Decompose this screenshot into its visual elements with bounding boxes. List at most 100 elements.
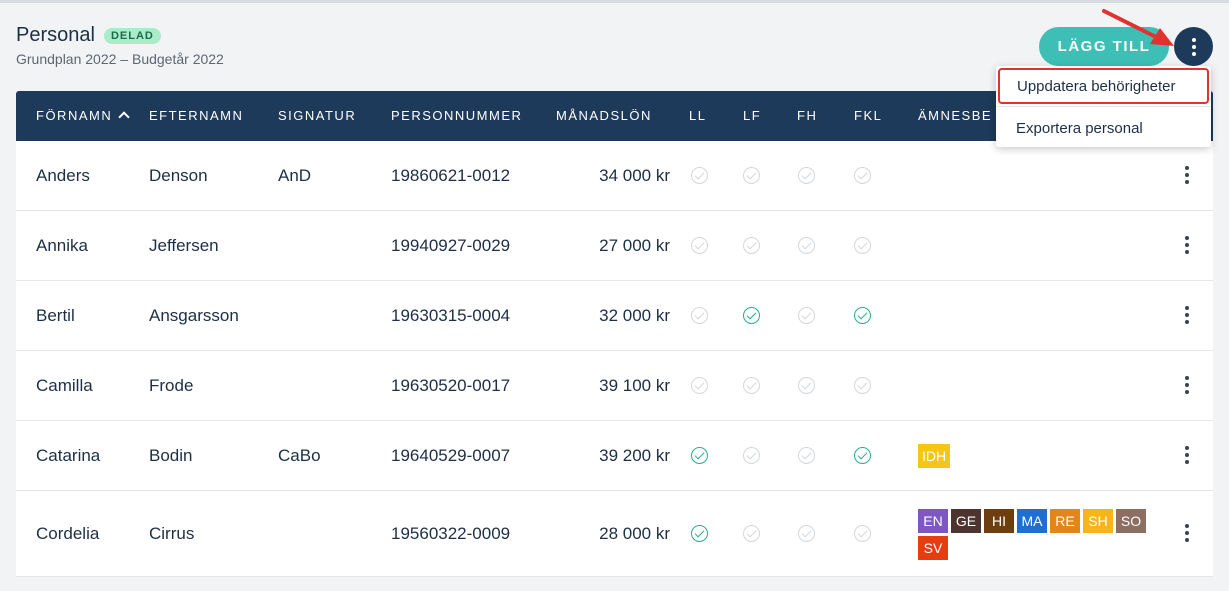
first-name-cell: Camilla <box>36 376 93 395</box>
table-row[interactable]: Cordelia Cirrus 19560322-0009 28 000 kr EN GE… <box>16 491 1213 577</box>
row-more-options-icon[interactable] <box>1185 166 1189 187</box>
col-signature-header[interactable]: SIGNATUR <box>278 108 356 123</box>
page-header: Personal DELAD Grundplan 2022 – Budgetår… <box>16 24 224 67</box>
menu-divider <box>996 106 1211 107</box>
last-name-cell: Denson <box>149 166 208 185</box>
col-last-name-header[interactable]: EFTERNAMN <box>149 108 243 123</box>
fkl-check-icon <box>854 525 871 542</box>
first-name-cell: Catarina <box>36 446 101 465</box>
salary-cell: 39 200 kr <box>599 446 670 465</box>
ll-check-icon <box>691 307 708 324</box>
salary-cell: 32 000 kr <box>599 306 670 325</box>
fh-check-icon <box>798 525 815 542</box>
column-label: PERSONNUMMER <box>391 108 523 123</box>
last-name-cell: Bodin <box>149 446 193 465</box>
column-label: FH <box>797 108 818 123</box>
ll-check-icon <box>691 447 708 464</box>
first-name-cell: Bertil <box>36 306 75 325</box>
fh-check-icon <box>798 447 815 464</box>
first-name-cell: Cordelia <box>36 524 100 543</box>
fkl-check-icon <box>854 167 871 184</box>
col-fkl-header[interactable]: FKL <box>854 108 882 123</box>
ll-check-icon <box>691 237 708 254</box>
subject-tag: EN <box>918 508 948 533</box>
first-name-cell: Annika <box>36 236 88 255</box>
col-lf-header[interactable]: LF <box>743 108 761 123</box>
column-label: LF <box>743 108 762 123</box>
col-subjects-header[interactable]: ÄMNESBE <box>918 108 992 123</box>
row-more-options-icon[interactable] <box>1185 524 1189 545</box>
table-body: Anders Denson AnD 19860621-0012 34 000 kr Ann… <box>16 141 1213 577</box>
more-options-button[interactable] <box>1174 27 1213 66</box>
lf-check-icon <box>743 167 760 184</box>
subject-tag: IDH <box>918 444 951 468</box>
row-more-options-icon[interactable] <box>1185 306 1189 327</box>
table-row[interactable]: Annika Jeffersen 19940927-0029 27 000 kr <box>16 211 1213 281</box>
last-name-cell: Ansgarsson <box>149 306 239 325</box>
col-ll-header[interactable]: LL <box>689 108 706 123</box>
personal-number-cell: 19630520-0017 <box>391 376 511 395</box>
table-row[interactable]: Bertil Ansgarsson 19630315-0004 32 000 kr <box>16 281 1213 351</box>
column-label: EFTERNAMN <box>149 108 244 123</box>
column-label: LL <box>689 108 707 123</box>
top-divider <box>0 0 1229 3</box>
fkl-check-icon <box>854 447 871 464</box>
last-name-cell: Jeffersen <box>149 236 219 255</box>
subject-tags: EN GE HI MA RE SH SO SV <box>918 508 1148 560</box>
fkl-check-icon <box>854 237 871 254</box>
menu-item-export-staff[interactable]: Exportera personal <box>996 110 1211 146</box>
column-label: MÅNADSLÖN <box>556 108 652 123</box>
col-fh-header[interactable]: FH <box>797 108 817 123</box>
salary-cell: 39 100 kr <box>599 376 670 395</box>
staff-table: FÖRNAMN EFTERNAMN SIGNATUR PERSONNUMMER MÅNA… <box>16 91 1213 577</box>
subject-tag: RE <box>1050 508 1080 533</box>
subject-tags: IDH <box>918 444 1148 468</box>
status-badge: DELAD <box>103 27 161 44</box>
fkl-check-icon <box>854 377 871 394</box>
more-vertical-icon <box>1191 37 1196 56</box>
col-personal-number-header[interactable]: PERSONNUMMER <box>391 108 522 123</box>
ll-check-icon <box>691 377 708 394</box>
lf-check-icon <box>743 447 760 464</box>
subject-tag: MA <box>1017 508 1047 533</box>
table-row[interactable]: Camilla Frode 19630520-0017 39 100 kr <box>16 351 1213 421</box>
personal-number-cell: 19560322-0009 <box>391 524 511 543</box>
salary-cell: 34 000 kr <box>599 166 670 185</box>
table-row[interactable]: Anders Denson AnD 19860621-0012 34 000 kr <box>16 141 1213 211</box>
row-more-options-icon[interactable] <box>1185 376 1189 397</box>
last-name-cell: Frode <box>149 376 194 395</box>
personal-number-cell: 19940927-0029 <box>391 236 511 255</box>
menu-item-update-permissions[interactable]: Uppdatera behörigheter <box>998 68 1209 104</box>
lf-check-icon <box>743 525 760 542</box>
last-name-cell: Cirrus <box>149 524 195 543</box>
subject-tag: GE <box>951 508 981 533</box>
column-label: FKL <box>854 108 883 123</box>
lf-check-icon <box>743 237 760 254</box>
salary-cell: 27 000 kr <box>599 236 670 255</box>
first-name-cell: Anders <box>36 166 90 185</box>
fh-check-icon <box>798 377 815 394</box>
col-monthly-salary-header[interactable]: MÅNADSLÖN <box>556 108 652 123</box>
options-dropdown-menu: Uppdatera behörigheter Exportera persona… <box>996 66 1211 147</box>
signature-cell: CaBo <box>278 446 321 465</box>
salary-cell: 28 000 kr <box>599 524 670 543</box>
column-label: ÄMNESBE <box>918 108 993 123</box>
subject-tag: SV <box>918 535 948 560</box>
personal-number-cell: 19640529-0007 <box>391 446 511 465</box>
signature-cell: AnD <box>278 166 312 185</box>
sort-ascending-icon <box>118 111 130 123</box>
table-row[interactable]: Catarina Bodin CaBo 19640529-0007 39 200 kr I… <box>16 421 1213 491</box>
ll-check-icon <box>691 525 708 542</box>
col-first-name-header[interactable]: FÖRNAMN <box>36 108 130 123</box>
lf-check-icon <box>743 307 760 324</box>
ll-check-icon <box>691 167 708 184</box>
subject-tag: SO <box>1116 508 1146 533</box>
fh-check-icon <box>798 167 815 184</box>
subject-tag: SH <box>1083 508 1113 533</box>
row-more-options-icon[interactable] <box>1185 236 1189 257</box>
column-label: FÖRNAMN <box>36 108 113 123</box>
annotation-arrow-icon <box>1102 9 1174 46</box>
subject-tag: HI <box>984 508 1014 533</box>
personal-number-cell: 19630315-0004 <box>391 306 511 325</box>
row-more-options-icon[interactable] <box>1185 446 1189 467</box>
